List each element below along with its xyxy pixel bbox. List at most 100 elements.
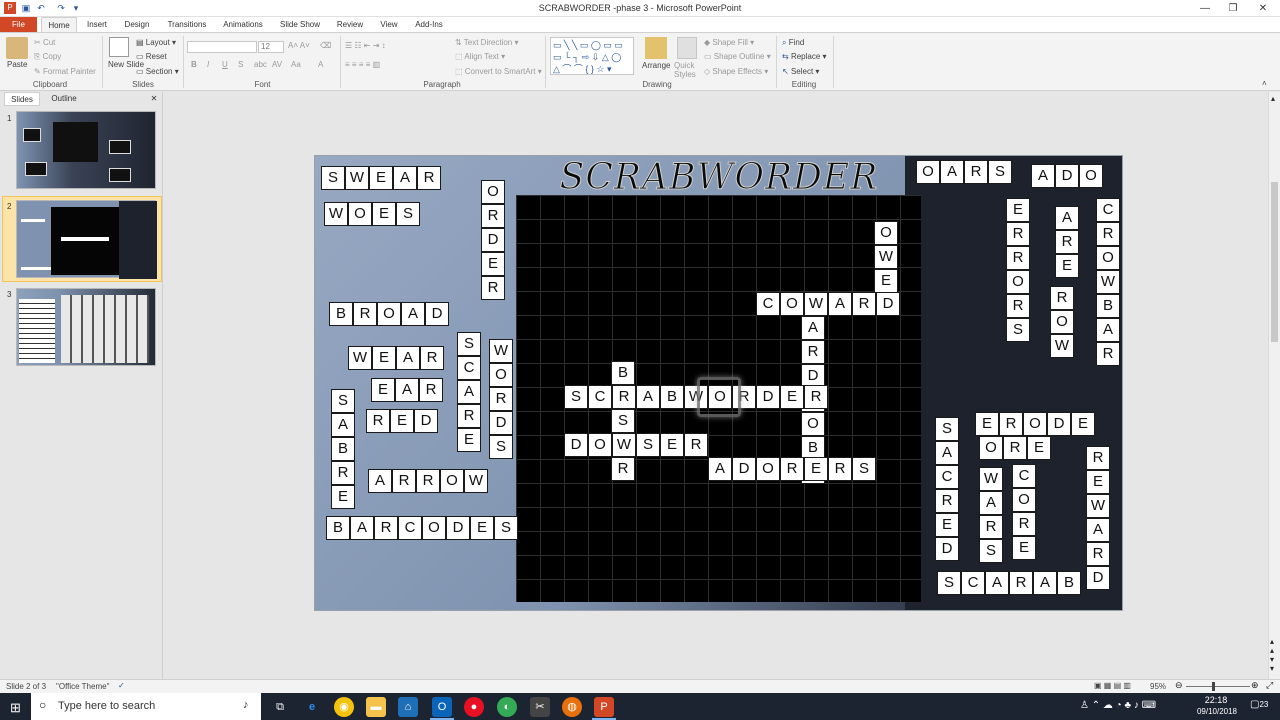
zoom-slider-thumb[interactable] bbox=[1212, 682, 1215, 691]
firefox-icon[interactable]: ◍ bbox=[562, 697, 582, 717]
vertical-scrollbar[interactable]: ▴ ▴ ▴ ▾ ▾ bbox=[1268, 92, 1280, 679]
text-direction-button[interactable]: ⇅ Text Direction ▾ bbox=[455, 38, 519, 47]
letter-tile: R bbox=[481, 204, 505, 228]
slide-thumbnail-1[interactable] bbox=[16, 111, 156, 189]
view-buttons[interactable]: ▣ ▦ ▤ ▥ bbox=[1094, 681, 1131, 690]
powerpoint-taskbar-icon[interactable]: P bbox=[594, 697, 614, 717]
find-button[interactable]: ⌕ Find bbox=[782, 38, 804, 48]
new-slide-icon[interactable] bbox=[109, 37, 129, 57]
copy-button[interactable]: ⎘ Copy bbox=[34, 52, 61, 62]
paste-icon[interactable] bbox=[6, 37, 28, 59]
quick-styles-button[interactable]: Quick Styles bbox=[674, 61, 698, 79]
tab-animations[interactable]: Animations bbox=[218, 17, 268, 32]
store-icon[interactable]: ⌂ bbox=[398, 697, 418, 717]
tab-outline[interactable]: Outline bbox=[44, 92, 84, 106]
font-name-input[interactable] bbox=[187, 41, 257, 53]
cut-button[interactable]: ✂ Cut bbox=[34, 38, 55, 47]
font-size-input[interactable]: 12 bbox=[258, 41, 284, 53]
font-color-icon[interactable]: A bbox=[318, 60, 323, 69]
microphone-icon[interactable]: ♪ bbox=[243, 699, 249, 711]
tab-insert[interactable]: Insert bbox=[80, 17, 114, 32]
shapes-gallery[interactable]: ▭ ╲ ╲ ▭ ◯ ▭ ▭ ▭ └ ┐ ⇨ ⇩ △ ◯ △ ⌒ ⌒ { } ☆ ▾ bbox=[550, 37, 634, 75]
clock-time[interactable]: 22:18 bbox=[1196, 695, 1236, 705]
slide-thumbnail-2[interactable] bbox=[16, 200, 157, 279]
tab-add-ins[interactable]: Add-Ins bbox=[410, 17, 448, 32]
bullets-icon[interactable]: ☰ ☷ ⇤ ⇥ ↕ bbox=[345, 41, 386, 50]
shadow-icon[interactable]: S bbox=[238, 60, 243, 69]
layout-button[interactable]: ▤ Layout ▾ bbox=[136, 38, 176, 47]
tray-icons[interactable]: ♙ ⌃ ☁ ◔ ♣ ♪ ⌨ bbox=[1080, 700, 1156, 711]
quick-styles-icon[interactable] bbox=[677, 37, 697, 59]
letter-tile: R bbox=[353, 302, 377, 326]
minimize-button[interactable]: — bbox=[1190, 0, 1220, 17]
letter-tile: R bbox=[392, 469, 416, 493]
close-pane-icon[interactable]: ✕ bbox=[148, 92, 160, 106]
search-box[interactable]: ○ Type here to search ♪ bbox=[31, 693, 261, 720]
zoom-slider[interactable] bbox=[1186, 686, 1250, 687]
zoom-level[interactable]: 95% bbox=[1150, 682, 1166, 691]
snipping-icon[interactable]: ✂ bbox=[530, 697, 550, 717]
align-text-button[interactable]: ⬚ Align Text ▾ bbox=[455, 52, 505, 61]
slide-thumbnail-3[interactable] bbox=[16, 288, 156, 366]
change-case-icon[interactable]: Aa bbox=[291, 60, 301, 69]
italic-icon[interactable]: I bbox=[207, 60, 209, 69]
tab-slides[interactable]: Slides bbox=[4, 92, 40, 106]
bold-icon[interactable]: B bbox=[191, 60, 197, 69]
align-text-label: Align Text bbox=[464, 52, 499, 61]
align-icons[interactable]: ≡ ≡ ≡ ≡ ▥ bbox=[345, 60, 380, 69]
notifications-icon[interactable]: ▢23 bbox=[1250, 699, 1268, 710]
chrome-icon[interactable]: ◉ bbox=[334, 697, 354, 717]
tab-transitions[interactable]: Transitions bbox=[162, 17, 212, 32]
shape-fill-button[interactable]: ◆ Shape Fill ▾ bbox=[704, 38, 754, 47]
letter-tile: R bbox=[780, 457, 804, 481]
tab-slide-show[interactable]: Slide Show bbox=[276, 17, 324, 32]
clear-format-icon[interactable]: ⌫ bbox=[320, 41, 331, 50]
section-button[interactable]: ▭ Section ▾ bbox=[136, 67, 179, 76]
tab-file[interactable]: File bbox=[0, 17, 37, 32]
spell-check-icon[interactable]: ✓ bbox=[118, 681, 125, 690]
select-button[interactable]: ↖ Select ▾ bbox=[782, 67, 819, 76]
file-explorer-icon[interactable]: ▬ bbox=[366, 697, 386, 717]
collapse-ribbon-icon[interactable]: ˄ bbox=[1262, 79, 1267, 88]
clock-date[interactable]: 09/10/2018 bbox=[1194, 707, 1240, 716]
tab-home[interactable]: Home bbox=[41, 17, 77, 32]
letter-tile: W bbox=[324, 202, 348, 226]
app-icon[interactable]: ◐ bbox=[497, 697, 517, 717]
zoom-out-icon[interactable]: ⊖ bbox=[1175, 680, 1183, 691]
tab-view[interactable]: View bbox=[374, 17, 404, 32]
format-painter-button[interactable]: ✎ Format Painter bbox=[34, 67, 96, 76]
arrange-icon[interactable] bbox=[645, 37, 667, 59]
tab-design[interactable]: Design bbox=[118, 17, 156, 32]
slide[interactable]: SCRABWORDER SWEARWOESORDERBROADWEAREARRE… bbox=[314, 155, 1123, 611]
underline-icon[interactable]: U bbox=[222, 60, 228, 69]
scroll-thumb[interactable] bbox=[1271, 182, 1278, 342]
strikethrough-icon[interactable]: abc bbox=[254, 60, 267, 69]
thumb-dark bbox=[119, 201, 157, 279]
replace-label: Replace bbox=[790, 52, 821, 61]
letter-tile: R bbox=[1003, 436, 1027, 460]
replace-button[interactable]: ⇆ Replace ▾ bbox=[782, 52, 827, 61]
arrange-button[interactable]: Arrange bbox=[642, 61, 670, 70]
selection-cursor[interactable] bbox=[697, 377, 741, 417]
convert-smartart-button[interactable]: ⬚ Convert to SmartArt ▾ bbox=[455, 67, 542, 76]
edge-icon[interactable]: e bbox=[302, 697, 322, 717]
reset-button[interactable]: ▭ Reset bbox=[136, 52, 167, 61]
recorder-icon[interactable]: ● bbox=[464, 697, 484, 717]
fit-slide-icon[interactable]: ⤢ bbox=[1266, 680, 1273, 691]
letter-tile: E bbox=[457, 428, 481, 452]
zoom-in-icon[interactable]: ⊕ bbox=[1251, 680, 1259, 691]
task-view-icon[interactable]: ⧉ bbox=[270, 697, 290, 717]
scroll-up-icon[interactable]: ▴ bbox=[1271, 94, 1275, 103]
close-button[interactable]: ✕ bbox=[1248, 0, 1278, 17]
char-spacing-icon[interactable]: AV bbox=[272, 60, 282, 69]
shape-effects-button[interactable]: ◇ Shape Effects ▾ bbox=[704, 67, 768, 76]
restore-button[interactable]: ❐ bbox=[1218, 0, 1248, 17]
group-separator bbox=[102, 36, 103, 88]
scroll-page-icons[interactable]: ▴ ▴ ▾ ▾ bbox=[1270, 637, 1274, 673]
paste-button[interactable]: Paste bbox=[7, 60, 27, 69]
windows-start-icon[interactable]: ⊞ bbox=[10, 700, 21, 716]
tab-review[interactable]: Review bbox=[333, 17, 367, 32]
shape-outline-button[interactable]: ▭ Shape Outline ▾ bbox=[704, 52, 771, 61]
outlook-icon[interactable]: O bbox=[432, 697, 452, 717]
grow-font-icon[interactable]: A˄ A˅ bbox=[288, 41, 310, 50]
